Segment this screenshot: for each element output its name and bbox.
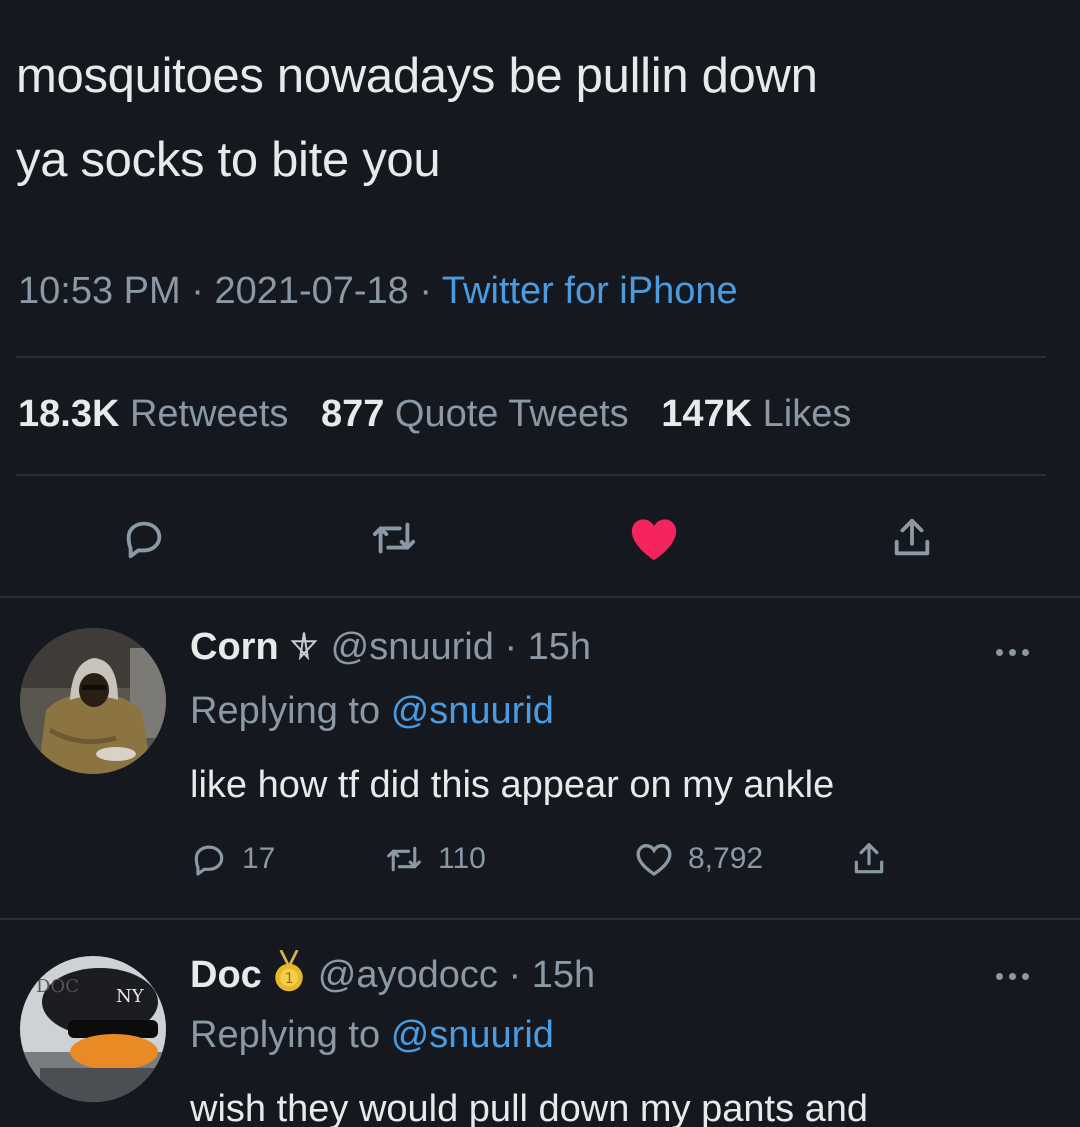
more-options-button[interactable] (996, 966, 1046, 986)
tweet-action-bar (0, 506, 1080, 570)
svg-text:1: 1 (285, 971, 294, 987)
divider (0, 918, 1080, 920)
replying-to: Replying to @snuurid (190, 1014, 554, 1057)
share-button[interactable] (880, 506, 944, 570)
more-icon-dot (996, 648, 1003, 656)
reply-age: · 15h (504, 626, 592, 668)
more-icon-dot (1009, 972, 1016, 980)
retweets-label: Retweets (129, 393, 289, 435)
avatar[interactable] (20, 628, 166, 774)
retweet-count: 110 (438, 842, 486, 875)
divider (16, 474, 1046, 476)
pentagram-icon (289, 627, 319, 670)
gold-medal-icon: 1 (272, 949, 306, 1004)
tweet-time: 10:53 PM (18, 270, 181, 312)
quote-tweets-stat[interactable]: 877 Quote Tweets (321, 393, 629, 435)
reply-like-button[interactable]: 8,792 (634, 840, 763, 878)
tweet-meta: 10:53 PM · 2021-07-18 · Twitter for iPho… (18, 270, 738, 318)
likes-count: 147K (661, 393, 753, 435)
quotes-count: 877 (320, 393, 385, 435)
likes-label: Likes (762, 393, 852, 435)
reply-header: Doc 1 @ayodocc · 15h (190, 949, 596, 1004)
svg-text:DOC: DOC (36, 976, 79, 997)
reply-count: 17 (242, 842, 276, 875)
tweet-source-link[interactable]: Twitter for iPhone (442, 270, 738, 312)
divider (16, 356, 1046, 358)
reply-share-button[interactable] (850, 840, 888, 878)
reply-action-bar: 17 110 8,792 (190, 840, 910, 884)
meta-separator: · (191, 270, 204, 312)
share-icon (854, 843, 884, 874)
tweet-text-line-2: ya socks to bite you (16, 133, 441, 187)
avatar-image: DOC NY (20, 956, 166, 1102)
more-icon-dot (996, 972, 1003, 980)
like-count: 8,792 (688, 842, 764, 875)
reply-icon (194, 845, 224, 876)
more-icon-dot (1022, 972, 1029, 980)
tweet-detail-screen: mosquitoes nowadays be pullin down ya so… (0, 0, 1080, 1127)
mention-link[interactable]: @snuurid (391, 690, 554, 732)
tweet-text-line-1: mosquitoes nowadays be pullin down (16, 49, 818, 103)
user-handle[interactable]: @ayodocc (318, 954, 498, 996)
reply-icon (126, 521, 162, 559)
reply-reply-button[interactable]: 17 (190, 840, 275, 878)
reply-age: · 15h (508, 954, 596, 997)
retweet-icon (387, 846, 421, 872)
meta-separator: · (419, 270, 433, 312)
tweet-text: mosquitoes nowadays be pullin down ya so… (16, 34, 1056, 202)
retweet-button[interactable] (362, 506, 426, 570)
quotes-label: Quote Tweets (394, 393, 629, 435)
divider (0, 596, 1080, 598)
mention-link[interactable]: @snuurid (391, 1014, 554, 1056)
more-icon-dot (1009, 648, 1016, 656)
replying-prefix: Replying to (190, 1014, 381, 1056)
reply-retweet-button[interactable]: 110 (384, 840, 486, 878)
retweets-count: 18.3K (18, 393, 120, 435)
heart-filled-icon (631, 519, 677, 561)
reply-header: Corn @snuurid · 15h (190, 626, 591, 670)
tweet-stats: 18.3K Retweets 877 Quote Tweets 147K Lik… (18, 393, 873, 436)
user-handle[interactable]: @snuurid (331, 626, 494, 668)
avatar-image (20, 628, 166, 774)
retweet-icon (372, 522, 416, 554)
tweet-date: 2021-07-18 (214, 270, 409, 312)
reply-button[interactable] (112, 506, 176, 570)
display-name[interactable]: Doc (190, 954, 262, 996)
replying-to: Replying to @snuurid (190, 690, 554, 733)
like-button[interactable] (622, 506, 686, 570)
replying-prefix: Replying to (190, 690, 381, 732)
display-name[interactable]: Corn (190, 626, 279, 668)
svg-text:NY: NY (116, 986, 145, 1007)
avatar[interactable]: DOC NY (20, 956, 166, 1102)
heart-outline-icon (636, 843, 672, 876)
more-options-button[interactable] (996, 642, 1046, 662)
reply-text: like how tf did this appear on my ankle (190, 764, 835, 806)
more-icon-dot (1022, 648, 1029, 656)
share-icon (894, 518, 930, 556)
reply-text: wish they would pull down my pants and (190, 1088, 869, 1127)
likes-stat[interactable]: 147K Likes (661, 393, 851, 435)
retweets-stat[interactable]: 18.3K Retweets (18, 393, 288, 435)
